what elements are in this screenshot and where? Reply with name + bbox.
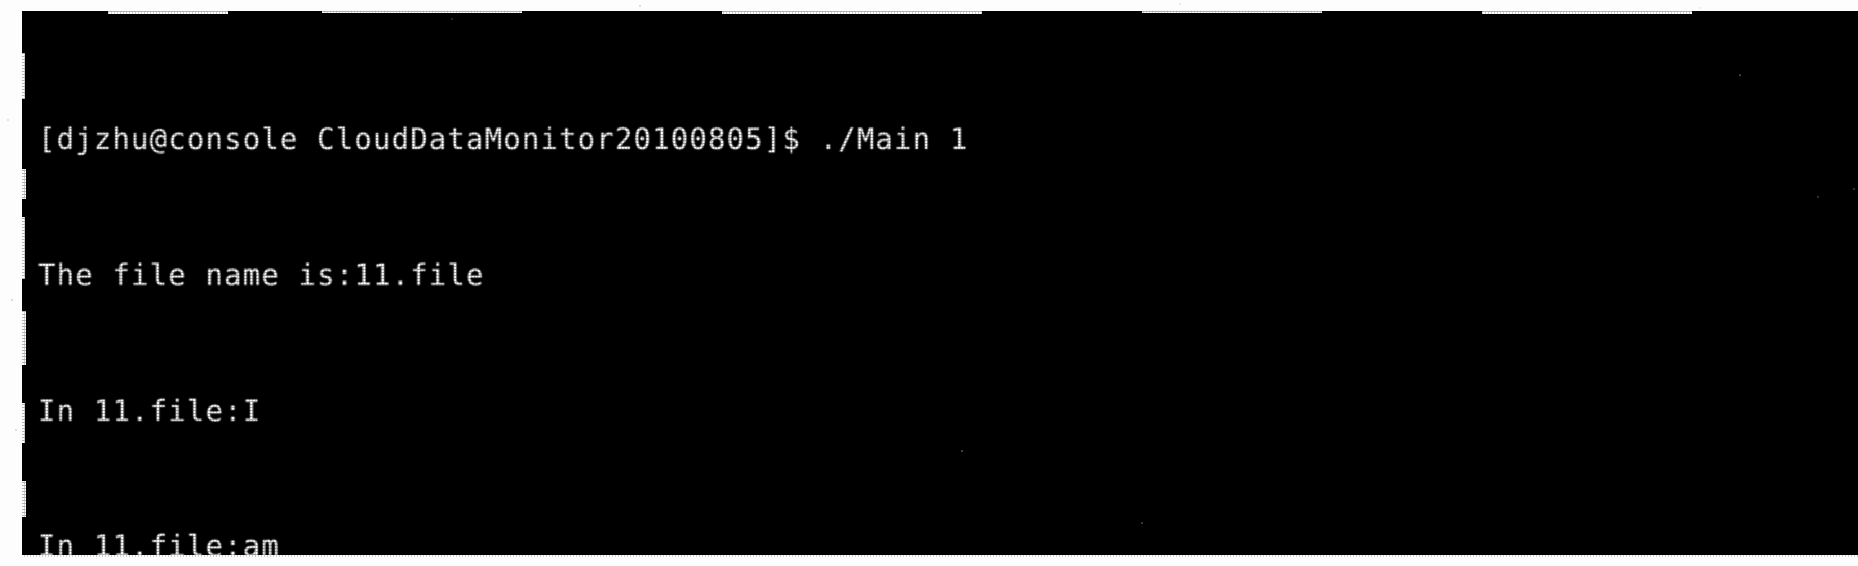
terminal-line-word-2: In 11.file:am	[38, 529, 280, 557]
terminal-edge-artifact	[22, 53, 25, 99]
terminal-edge-artifact	[22, 217, 25, 279]
terminal-edge-artifact	[1482, 11, 1692, 14]
terminal-output[interactable]: [djzhu@console CloudDataMonitor20100805]…	[38, 27, 1858, 557]
terminal-line-word-1: In 11.file:I	[38, 393, 262, 428]
terminal-edge-artifact	[322, 11, 522, 13]
terminal-edge-artifact	[722, 11, 982, 14]
terminal-line-prompt-command: [djzhu@console CloudDataMonitor20100805]…	[38, 122, 969, 157]
scanned-page: [djzhu@console CloudDataMonitor20100805]…	[0, 0, 1858, 566]
terminal-edge-artifact	[108, 11, 228, 14]
terminal-edge-artifact	[22, 311, 26, 365]
terminal-line-file-name: The file name is:11.file	[38, 258, 485, 292]
terminal-edge-artifact	[22, 481, 26, 517]
terminal-edge-artifact	[1142, 11, 1322, 13]
terminal-edge-artifact	[22, 169, 26, 199]
terminal-window[interactable]: [djzhu@console CloudDataMonitor20100805]…	[22, 11, 1858, 557]
terminal-edge-artifact	[22, 403, 25, 443]
